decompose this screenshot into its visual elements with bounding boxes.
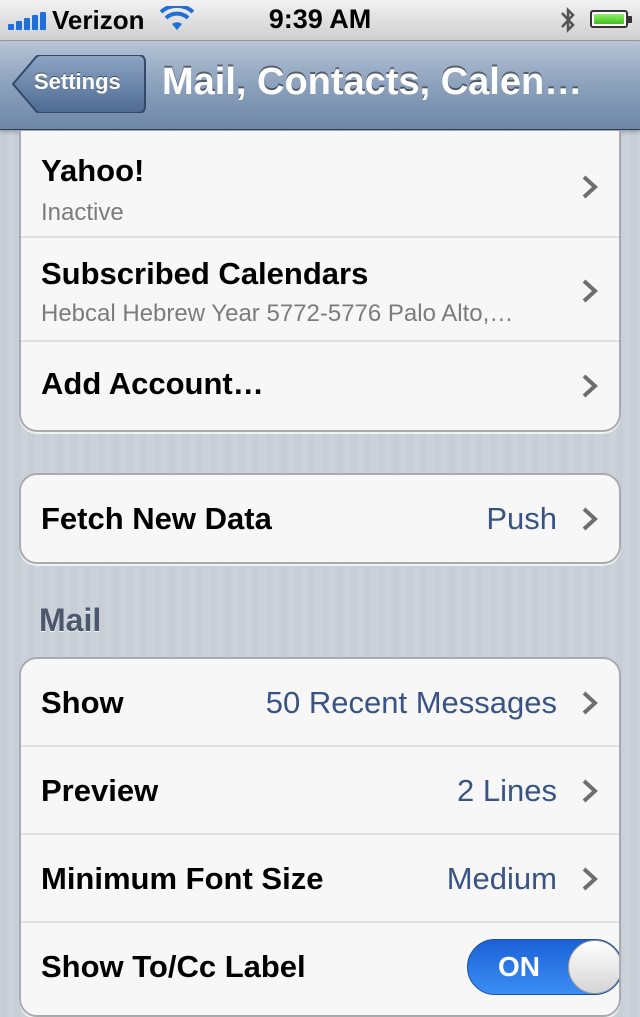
show-label: Show — [41, 685, 124, 720]
chevron-right-icon — [582, 175, 598, 199]
fetch-group: Fetch New Data Push — [19, 473, 621, 564]
account-title: Yahoo! — [41, 153, 145, 188]
fetch-new-data-row[interactable]: Fetch New Data Push — [21, 475, 619, 562]
account-row-subscribed-calendars[interactable]: Subscribed Calendars Hebcal Hebrew Year … — [21, 238, 619, 342]
fetch-new-data-value: Push — [486, 501, 557, 536]
fetch-new-data-label: Fetch New Data — [41, 501, 272, 536]
chevron-right-icon — [582, 374, 598, 398]
preview-value: 2 Lines — [457, 773, 557, 808]
chevron-right-icon — [582, 279, 598, 303]
navigation-bar: Settings Mail, Contacts, Calen… — [0, 41, 640, 130]
chevron-right-icon — [582, 867, 598, 891]
add-account-row[interactable]: Add Account… — [21, 342, 619, 430]
minimum-font-size-value: Medium — [446, 861, 557, 896]
chevron-right-icon — [582, 507, 598, 531]
chevron-right-icon — [582, 691, 598, 715]
show-to-cc-label-row: Show To/Cc Label ON — [21, 923, 619, 1015]
mail-section-header: Mail — [39, 602, 102, 638]
toggle-state-label: ON — [498, 951, 540, 982]
accounts-group: Yahoo! Inactive Subscribed Calendars Heb… — [19, 131, 621, 432]
toggle-knob[interactable] — [568, 940, 619, 994]
preview-label: Preview — [41, 773, 159, 808]
show-value: 50 Recent Messages — [265, 685, 557, 720]
back-button-label: Settings — [34, 69, 121, 94]
chevron-right-icon — [582, 779, 598, 803]
mail-settings-group: Show 50 Recent Messages Preview 2 Lines … — [19, 657, 621, 1017]
add-account-label: Add Account… — [41, 366, 264, 401]
status-time: 9:39 AM — [268, 4, 372, 34]
minimum-font-size-label: Minimum Font Size — [41, 861, 324, 896]
account-detail: Hebcal Hebrew Year 5772-5776 Palo Alto,… — [41, 300, 514, 327]
show-to-cc-toggle[interactable]: ON — [467, 939, 619, 995]
show-to-cc-label: Show To/Cc Label — [41, 949, 306, 984]
battery-icon — [590, 10, 632, 28]
status-bar: Verizon 9:39 AM — [0, 0, 640, 41]
minimum-font-size-row[interactable]: Minimum Font Size Medium — [21, 835, 619, 923]
bluetooth-icon — [561, 6, 575, 34]
account-status: Inactive — [41, 199, 124, 226]
account-row-yahoo[interactable]: Yahoo! Inactive — [21, 131, 619, 238]
show-row[interactable]: Show 50 Recent Messages — [21, 659, 619, 747]
back-button-settings[interactable]: Settings — [12, 55, 146, 113]
account-title: Subscribed Calendars — [41, 256, 369, 291]
page-title: Mail, Contacts, Calen… — [162, 61, 583, 103]
preview-row[interactable]: Preview 2 Lines — [21, 747, 619, 835]
